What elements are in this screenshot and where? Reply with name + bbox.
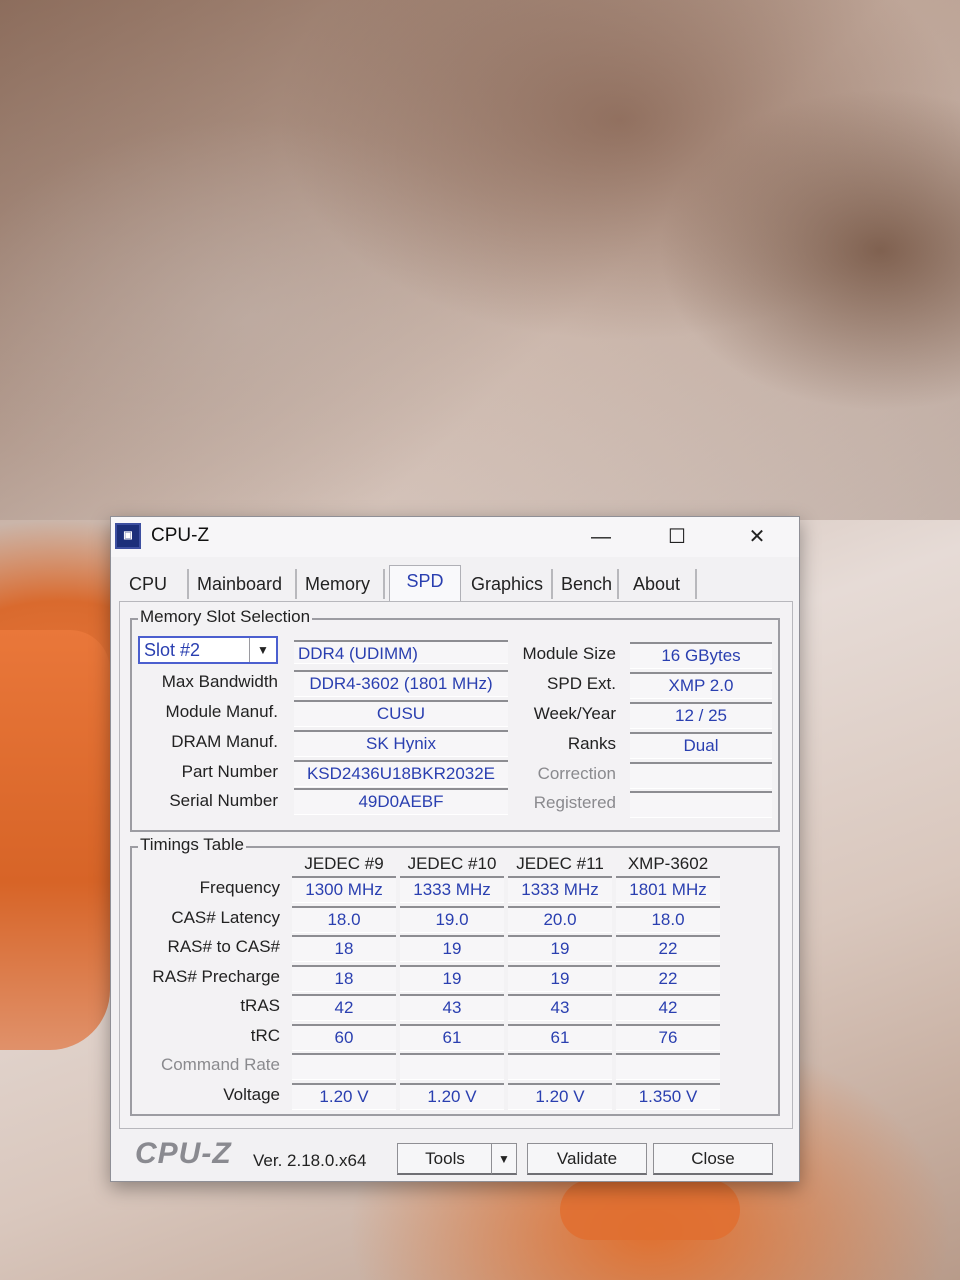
tab-cpu[interactable]: CPU [125,569,189,599]
part-number-label: Part Number [181,762,278,781]
timing-cell-frequency: 1333 MHz [508,876,612,903]
registered-label: Registered [533,793,616,812]
max-bandwidth-value: DDR4-3602 (1801 MHz) [294,670,508,697]
tab-memory[interactable]: Memory [301,569,385,599]
chevron-down-icon[interactable]: ▼ [249,638,276,662]
col-jedec9: JEDEC #9 [304,854,384,873]
module-manuf-label: Module Manuf. [165,702,278,721]
ranks-label: Ranks [567,734,616,753]
window-title: CPU-Z [151,525,210,546]
memory-type-value: DDR4 (UDIMM) [294,640,508,664]
wallpaper-rock [0,0,960,520]
timing-cell-cas-latency: 18.0 [292,906,396,933]
timing-cell-tras: 43 [400,994,504,1021]
spd-ext-value: XMP 2.0 [630,672,772,699]
timing-cell-command-rate [508,1053,612,1080]
timing-label-frequency: Frequency [199,878,280,897]
close-button[interactable]: Close [653,1143,773,1175]
col-xmp: XMP-3602 [627,854,709,873]
spd-ext-label: SPD Ext. [547,674,616,693]
correction-value [630,762,772,789]
timing-cell-frequency: 1300 MHz [292,876,396,903]
version-text: Ver. 2.18.0.x64 [253,1151,367,1170]
timing-label-ras-to-cas: RAS# to CAS# [167,937,280,956]
timing-cell-cas-latency: 20.0 [508,906,612,933]
tab-mainboard[interactable]: Mainboard [193,569,297,599]
part-number-value: KSD2436U18BKR2032E [294,760,508,787]
timing-cell-frequency: 1801 MHz [616,876,720,903]
timing-cell-voltage: 1.20 V [292,1083,396,1110]
tools-dropdown-icon[interactable]: ▼ [491,1143,517,1175]
timing-cell-cas-latency: 19.0 [400,906,504,933]
slot-dropdown-value: Slot #2 [144,640,201,660]
timing-cell-command-rate [292,1053,396,1080]
timings-group-title: Timings Table [138,835,246,855]
timing-cell-ras-to-cas: 19 [508,935,612,962]
timing-cell-trc: 61 [400,1024,504,1051]
tab-about[interactable]: About [629,569,697,599]
cpuz-window: ▣ CPU-Z — ☐ ✕ CPU Mainboard Memory SPD G… [110,516,800,1182]
tab-bench[interactable]: Bench [557,569,619,599]
tools-button[interactable]: Tools [397,1143,493,1175]
maximize-button[interactable]: ☐ [657,521,697,553]
timing-cell-ras-to-cas: 22 [616,935,720,962]
timing-label-voltage: Voltage [223,1085,280,1104]
week-year-value: 12 / 25 [630,702,772,729]
serial-number-value: 49D0AEBF [294,788,508,815]
col-jedec11: JEDEC #11 [516,854,604,873]
timing-cell-trc: 61 [508,1024,612,1051]
dram-manuf-label: DRAM Manuf. [171,732,278,751]
timing-cell-ras-precharge: 19 [400,965,504,992]
spd-panel: Memory Slot Selection Slot #2 ▼ DDR4 (UD… [119,601,793,1129]
timing-cell-trc: 76 [616,1024,720,1051]
timing-cell-ras-precharge: 22 [616,965,720,992]
max-bandwidth-label: Max Bandwidth [161,672,278,691]
minimize-button[interactable]: — [581,521,621,553]
title-bar[interactable]: ▣ CPU-Z — ☐ ✕ [111,517,799,557]
module-size-label: Module Size [522,644,616,663]
wallpaper-orange-left [0,630,110,1050]
timings-group: Timings Table JEDEC #9 JEDEC #10 JEDEC #… [130,835,780,1116]
timing-cell-tras: 43 [508,994,612,1021]
timing-cell-tras: 42 [616,994,720,1021]
timing-cell-command-rate [616,1053,720,1080]
correction-label: Correction [537,764,616,783]
registered-value [630,791,772,818]
module-manuf-value: CUSU [294,700,508,727]
tab-bar: CPU Mainboard Memory SPD Graphics Bench … [121,565,791,601]
module-size-value: 16 GBytes [630,642,772,669]
timing-cell-cas-latency: 18.0 [616,906,720,933]
week-year-label: Week/Year [533,704,616,723]
timing-cell-command-rate [400,1053,504,1080]
wallpaper-orange-bottom [560,1180,740,1240]
timing-label-cas-latency: CAS# Latency [171,908,280,927]
timing-cell-voltage: 1.350 V [616,1083,720,1110]
validate-button[interactable]: Validate [527,1143,647,1175]
timing-cell-trc: 60 [292,1024,396,1051]
cpuz-app-icon: ▣ [115,523,141,549]
timing-cell-ras-to-cas: 19 [400,935,504,962]
cpuz-logo: CPU-Z [135,1137,232,1170]
tab-graphics[interactable]: Graphics [467,569,553,599]
slot-dropdown[interactable]: Slot #2 ▼ [138,636,278,664]
serial-number-label: Serial Number [169,791,278,810]
memory-slot-group-title: Memory Slot Selection [138,607,313,627]
timing-cell-frequency: 1333 MHz [400,876,504,903]
ranks-value: Dual [630,732,772,759]
dram-manuf-value: SK Hynix [294,730,508,757]
timing-cell-tras: 42 [292,994,396,1021]
timing-cell-ras-to-cas: 18 [292,935,396,962]
col-jedec10: JEDEC #10 [407,854,497,873]
tab-spd[interactable]: SPD [389,565,461,601]
timing-label-command-rate: Command Rate [160,1055,280,1074]
memory-slot-group: Memory Slot Selection Slot #2 ▼ DDR4 (UD… [130,607,780,832]
timing-cell-voltage: 1.20 V [508,1083,612,1110]
timing-cell-voltage: 1.20 V [400,1083,504,1110]
timing-cell-ras-precharge: 18 [292,965,396,992]
timing-label-trc: tRC [250,1026,280,1045]
timing-label-ras-precharge: RAS# Precharge [152,967,280,986]
timing-label-tras: tRAS [240,996,280,1015]
close-window-button[interactable]: ✕ [737,521,777,553]
timing-cell-ras-precharge: 19 [508,965,612,992]
